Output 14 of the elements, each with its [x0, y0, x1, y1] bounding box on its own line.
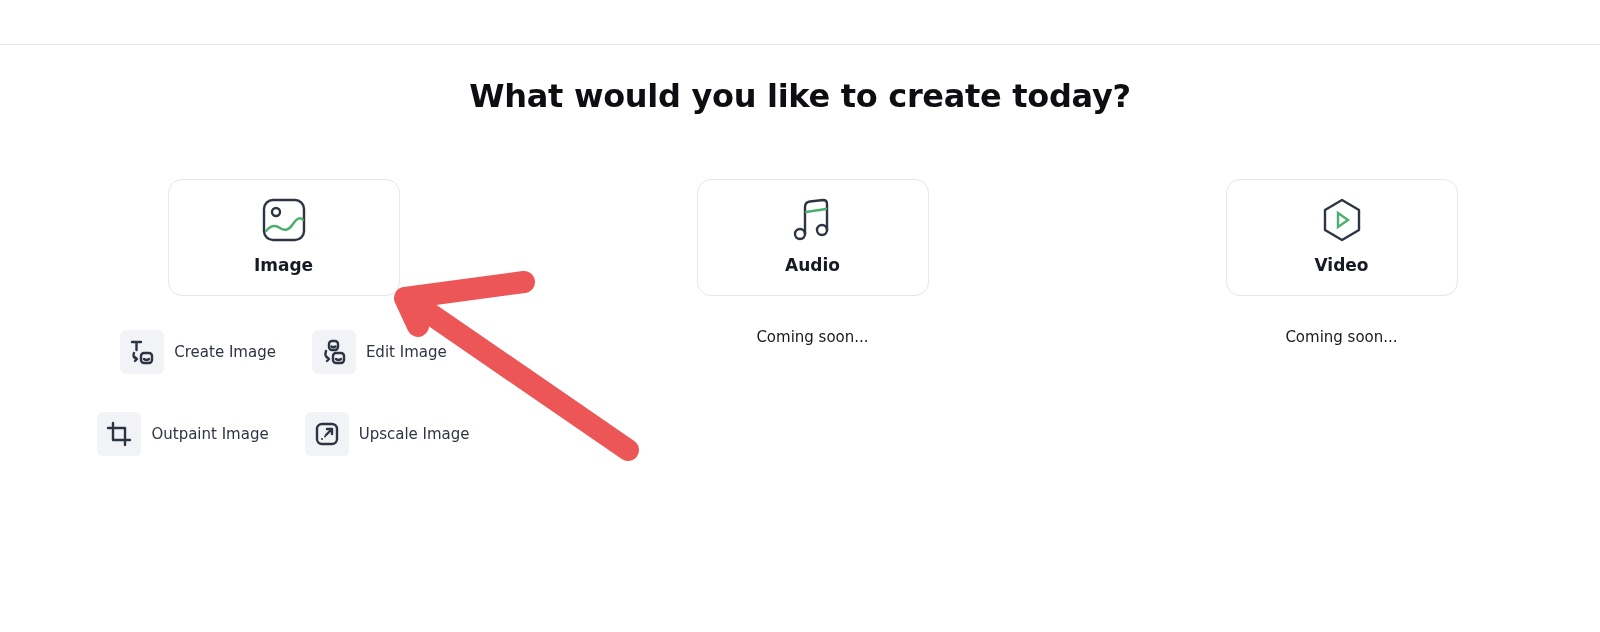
page-heading: What would you like to create today?	[468, 77, 1132, 116]
image-card[interactable]: Image	[167, 179, 400, 297]
text-to-image-icon	[129, 339, 156, 366]
option-button[interactable]: Outpaint Image	[97, 412, 269, 457]
coming-soon-note: Coming soon...	[1285, 327, 1398, 349]
option-button[interactable]: Upscale Image	[304, 412, 470, 457]
picture-icon	[260, 197, 307, 244]
expand-icon	[313, 421, 340, 448]
crop-icon	[106, 421, 133, 448]
option-button[interactable]: Edit Image	[311, 330, 447, 375]
audio-card[interactable]: Audio	[696, 179, 929, 297]
option-button[interactable]: Create Image	[120, 330, 276, 375]
coming-soon-note: Coming soon...	[756, 327, 869, 349]
video-card[interactable]: Video	[1225, 179, 1458, 297]
